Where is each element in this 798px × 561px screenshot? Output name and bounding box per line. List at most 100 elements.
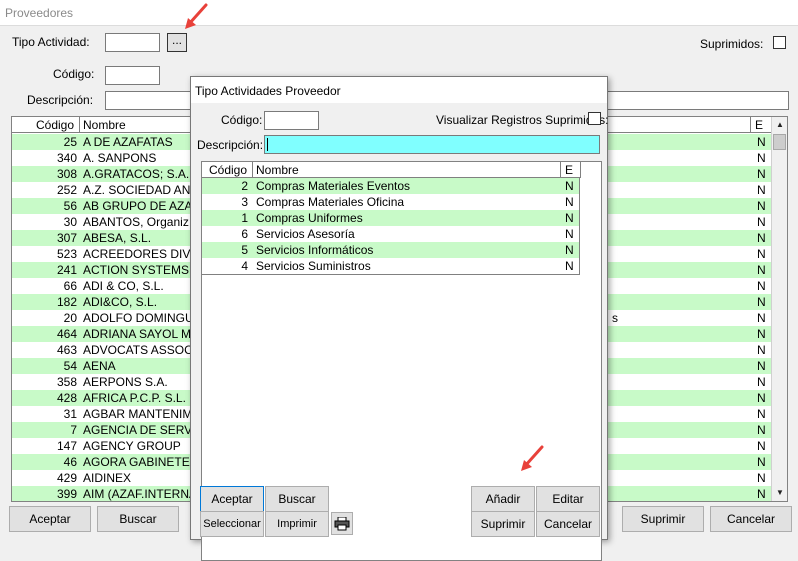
dialog-descripcion-input[interactable] xyxy=(264,135,600,154)
cell-codigo: 5 xyxy=(241,243,248,257)
dialog-table-row[interactable]: 5 Servicios Informáticos N xyxy=(202,242,579,258)
cell-nombre: AGORA GABINETE xyxy=(83,455,190,469)
codigo-input[interactable] xyxy=(105,66,160,85)
grid-scrollbar[interactable]: ▲ ▼ xyxy=(771,117,787,501)
cell-nombre: ABESA, S.L. xyxy=(83,231,152,245)
cell-nombre: AIM (AZAF.INTERNA xyxy=(83,487,198,501)
cell-nombre: A.GRATACOS; S.A. xyxy=(83,167,190,181)
cell-codigo: 308 xyxy=(56,167,77,181)
cell-nombre: ADOLFO DOMINGU xyxy=(83,311,194,325)
dialog-print-button[interactable] xyxy=(331,512,353,535)
cell-codigo: 20 xyxy=(63,311,77,325)
cell-e: N xyxy=(757,199,766,213)
cell-codigo: 147 xyxy=(56,439,77,453)
cell-codigo: 4 xyxy=(241,259,248,273)
header-e[interactable]: E xyxy=(755,118,763,132)
dialog-table-row[interactable]: 4 Servicios Suministros N xyxy=(202,258,579,274)
cell-e: N xyxy=(757,167,766,181)
dialog-table-row[interactable]: 2 Compras Materiales Eventos N xyxy=(202,178,579,194)
header-codigo[interactable]: Código xyxy=(36,118,74,132)
dialog-table-row[interactable]: 6 Servicios Asesoría N xyxy=(202,226,579,242)
cell-nombre: ABANTOS, Organiz xyxy=(83,215,189,229)
cell-codigo: 523 xyxy=(56,247,77,261)
cell-nombre: AB GRUPO DE AZA xyxy=(83,199,193,213)
dialog-suprimir-button[interactable]: Suprimir xyxy=(471,511,535,537)
cell-e: N xyxy=(565,179,574,193)
cell-nombre: AIDINEX xyxy=(83,471,132,485)
tipo-actividad-browse-button[interactable]: ... xyxy=(167,33,187,52)
cell-nombre: A.Z. SOCIEDAD AN xyxy=(83,183,191,197)
cell-codigo: 25 xyxy=(63,135,77,149)
scroll-thumb[interactable] xyxy=(773,134,786,150)
dialog-anadir-button[interactable]: Añadir xyxy=(471,486,535,512)
cell-nombre: Servicios Asesoría xyxy=(256,227,355,241)
cell-e: N xyxy=(757,375,766,389)
cell-nombre: A. SANPONS xyxy=(83,151,157,165)
cell-nombre: Servicios Suministros xyxy=(256,259,371,273)
header-nombre[interactable]: Nombre xyxy=(83,118,126,132)
cell-e: N xyxy=(757,215,766,229)
cell-e: N xyxy=(565,227,574,241)
dialog-aceptar-button[interactable]: Aceptar xyxy=(200,486,264,512)
cell-nombre: AGENCIA DE SERV xyxy=(83,423,193,437)
cell-nombre: ACREEDORES DIVE xyxy=(83,247,199,261)
dialog-header-codigo[interactable]: Código xyxy=(209,163,247,177)
cell-e: N xyxy=(757,279,766,293)
descripcion-label: Descripción: xyxy=(27,93,94,107)
cell-codigo: 56 xyxy=(63,199,77,213)
cell-e: N xyxy=(757,455,766,469)
cell-nombre: ADRIANA SAYOL M xyxy=(83,327,192,341)
suprimidos-checkbox[interactable] xyxy=(773,36,786,49)
cell-nombre: ADI&CO, S.L. xyxy=(83,295,158,309)
dialog-seleccionar-button[interactable]: Seleccionar xyxy=(200,511,264,537)
cell-e: N xyxy=(565,259,574,273)
dialog-codigo-input[interactable] xyxy=(264,111,319,130)
dialog-header-nombre[interactable]: Nombre xyxy=(256,163,299,177)
cell-e: N xyxy=(565,195,574,209)
cell-e: N xyxy=(757,263,766,277)
cell-codigo: 307 xyxy=(56,231,77,245)
cell-nombre: AFRICA P.C.P. S.L. xyxy=(83,391,186,405)
cell-e: N xyxy=(757,135,766,149)
dialog-descripcion-label: Descripción: xyxy=(197,138,264,152)
dialog-table-row[interactable]: 3 Compras Materiales Oficina N xyxy=(202,194,579,210)
cell-codigo: 241 xyxy=(56,263,77,277)
dialog-imprimir-button[interactable]: Imprimir xyxy=(265,511,329,537)
main-aceptar-button[interactable]: Aceptar xyxy=(9,506,91,532)
dialog-buscar-button[interactable]: Buscar xyxy=(265,486,329,512)
scroll-up-icon[interactable]: ▲ xyxy=(772,117,787,133)
cell-e: N xyxy=(757,439,766,453)
cell-nombre: ADVOCATS ASSOC xyxy=(83,343,193,357)
main-cancelar-button[interactable]: Cancelar xyxy=(710,506,792,532)
cell-codigo: 464 xyxy=(56,327,77,341)
scroll-down-icon[interactable]: ▼ xyxy=(772,485,787,501)
dialog-title-bar: Tipo Actividades Proveedor xyxy=(191,77,607,103)
cell-e: N xyxy=(757,391,766,405)
cell-e: N xyxy=(757,407,766,421)
cell-e: N xyxy=(757,295,766,309)
cell-codigo: 6 xyxy=(241,227,248,241)
cell-codigo: 54 xyxy=(63,359,77,373)
dialog-editar-button[interactable]: Editar xyxy=(536,486,600,512)
codigo-label: Código: xyxy=(53,67,95,81)
main-suprimir-button[interactable]: Suprimir xyxy=(622,506,704,532)
annotation-arrow-icon xyxy=(185,3,208,29)
dialog-table-row[interactable]: 1 Compras Uniformes N xyxy=(202,210,579,226)
cell-codigo: 1 xyxy=(241,211,248,225)
cell-codigo: 3 xyxy=(241,195,248,209)
cell-nombre: AGBAR MANTENIMI xyxy=(83,407,196,421)
cell-nombre: Compras Uniformes xyxy=(256,211,363,225)
dialog-header-e[interactable]: E xyxy=(565,163,573,177)
dialog-cancelar-button[interactable]: Cancelar xyxy=(536,511,600,537)
main-buscar-button[interactable]: Buscar xyxy=(97,506,179,532)
dialog-title: Tipo Actividades Proveedor xyxy=(195,84,341,98)
cell-codigo: 252 xyxy=(56,183,77,197)
cell-e: N xyxy=(757,487,766,501)
visualizar-suprimidos-checkbox[interactable] xyxy=(588,112,601,125)
cell-nombre: AGENCY GROUP xyxy=(83,439,181,453)
cell-e: N xyxy=(757,327,766,341)
cell-e: N xyxy=(757,359,766,373)
tipo-actividad-input[interactable] xyxy=(105,33,160,52)
window-title-bar: Proveedores xyxy=(0,0,798,26)
cell-e: N xyxy=(757,151,766,165)
